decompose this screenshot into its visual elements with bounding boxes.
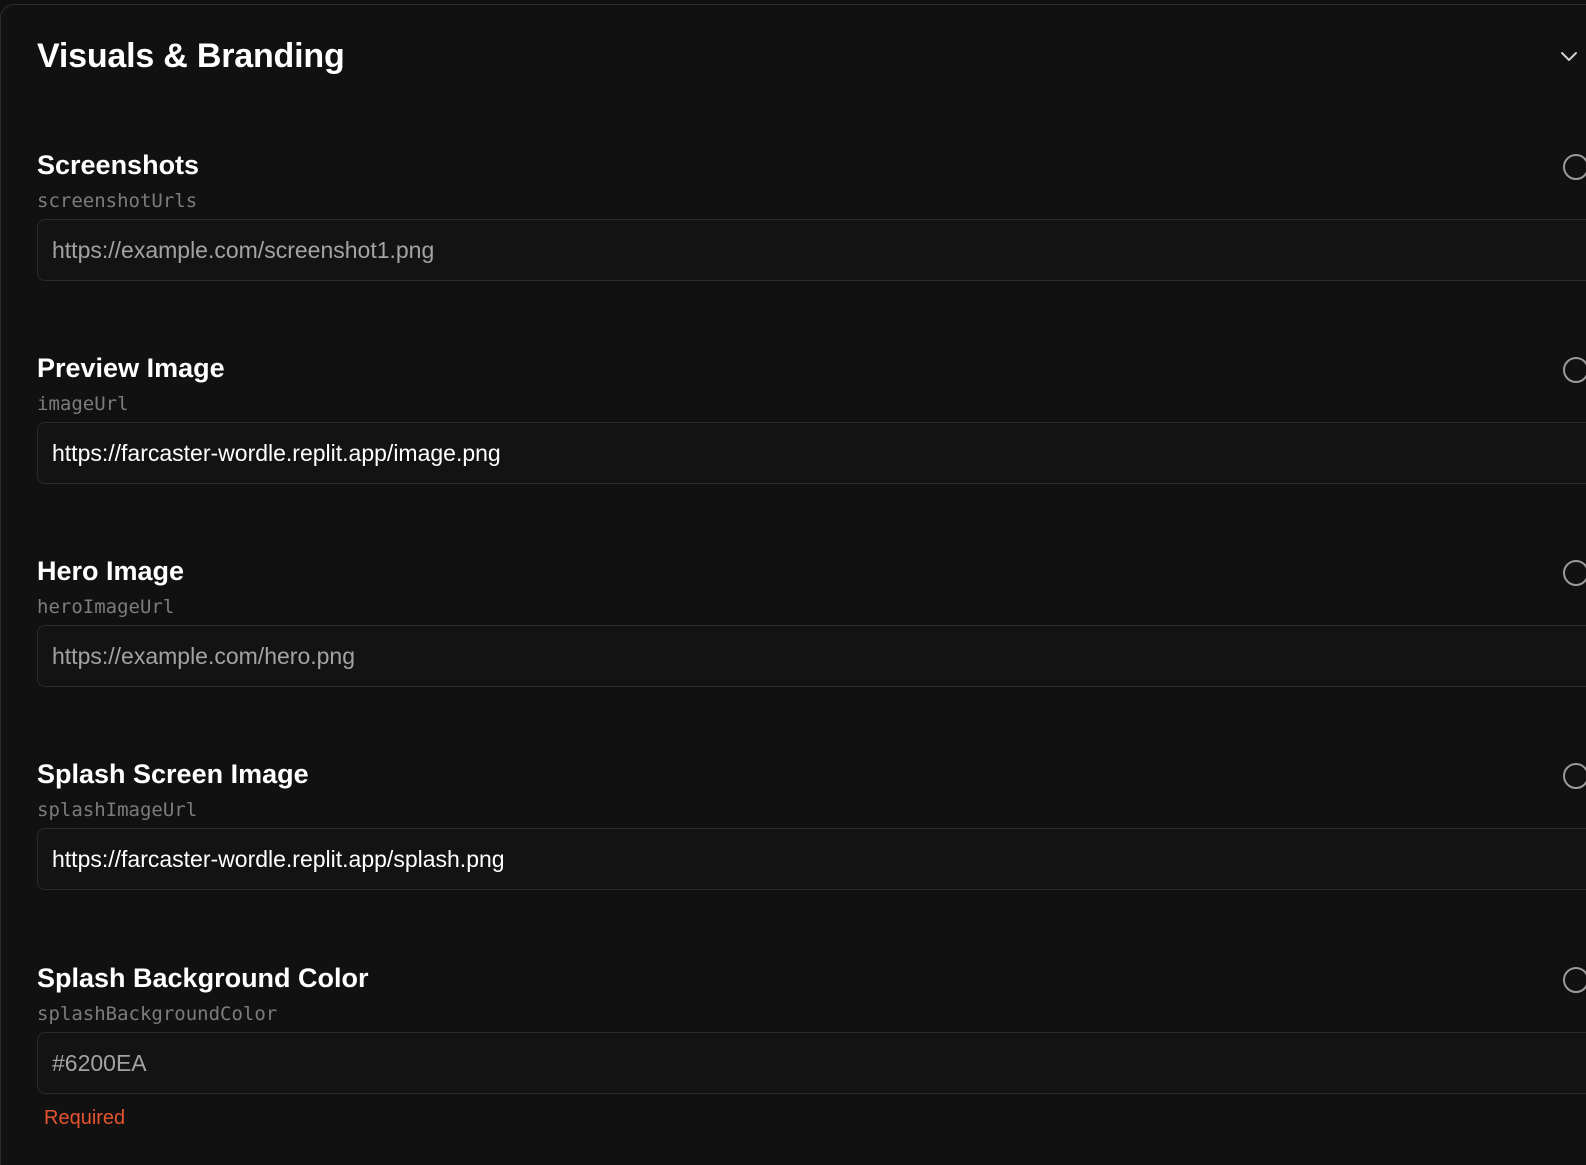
visuals-branding-panel: Visuals & Branding Screenshots screensho… <box>0 4 1586 1165</box>
field-key: splashBackgroundColor <box>37 1003 278 1025</box>
chevron-down-icon[interactable] <box>1559 49 1579 65</box>
preview-image-input[interactable] <box>37 422 1586 484</box>
field-label: Splash Background Color <box>37 963 369 993</box>
field-label: Preview Image <box>37 353 225 383</box>
field-screenshots: Screenshots screenshotUrls <box>37 150 1586 300</box>
field-splash-screen-image: Splash Screen Image splashImageUrl <box>37 759 1586 909</box>
field-key: screenshotUrls <box>37 190 198 212</box>
field-key: imageUrl <box>37 393 129 415</box>
field-label: Splash Screen Image <box>37 759 309 789</box>
splash-image-input[interactable] <box>37 828 1586 890</box>
screenshots-input[interactable] <box>37 219 1586 281</box>
field-hero-image: Hero Image heroImageUrl <box>37 556 1586 706</box>
info-circle-icon[interactable] <box>1561 761 1586 791</box>
info-circle-icon[interactable] <box>1561 355 1586 385</box>
field-preview-image: Preview Image imageUrl <box>37 353 1586 503</box>
field-label: Hero Image <box>37 556 185 586</box>
section-title: Visuals & Branding <box>37 37 345 75</box>
splash-background-color-input[interactable] <box>37 1032 1586 1094</box>
required-error-message: Required <box>44 1107 126 1129</box>
info-circle-icon[interactable] <box>1561 558 1586 588</box>
field-key: heroImageUrl <box>37 596 175 618</box>
field-key: splashImageUrl <box>37 799 198 821</box>
field-label: Screenshots <box>37 150 200 180</box>
hero-image-input[interactable] <box>37 625 1586 687</box>
info-circle-icon[interactable] <box>1561 965 1586 995</box>
info-circle-icon[interactable] <box>1561 152 1586 182</box>
field-splash-background-color: Splash Background Color splashBackground… <box>37 963 1586 1113</box>
